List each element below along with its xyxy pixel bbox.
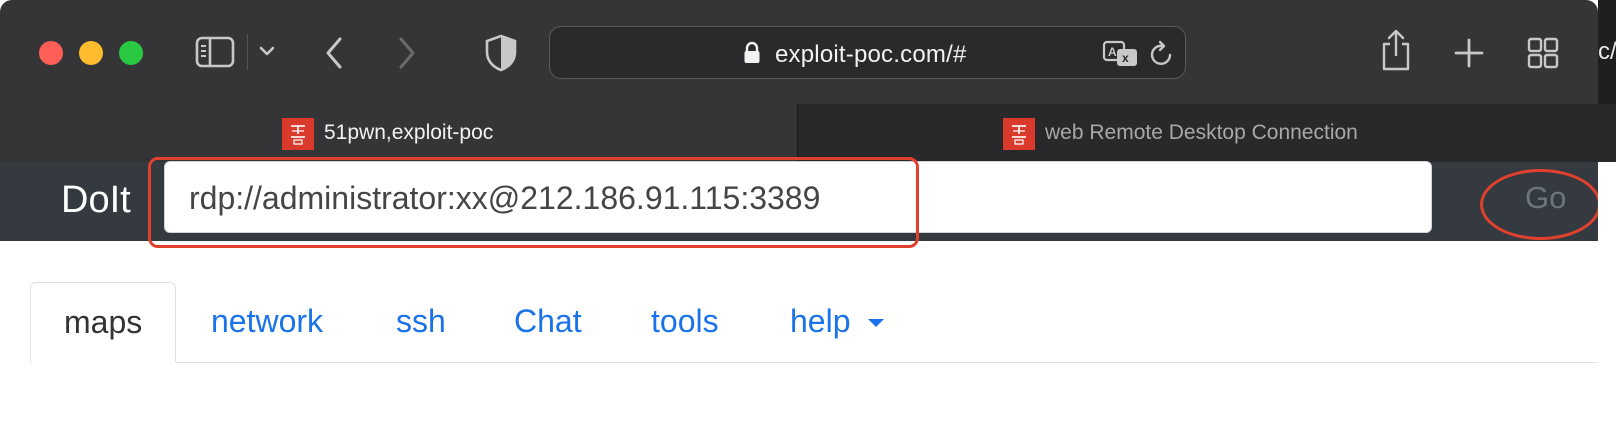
address-bar[interactable]: exploit-poc.com/# A x: [549, 26, 1186, 79]
tab-network[interactable]: network: [211, 303, 323, 340]
privacy-shield-icon[interactable]: [484, 34, 518, 72]
adjacent-window-text: c/: [1598, 38, 1616, 65]
page-content: maps network ssh Chat tools help: [0, 241, 1598, 426]
sidebar-icon[interactable]: [195, 36, 235, 68]
address-url: exploit-poc.com/#: [775, 41, 967, 68]
tab-title: 51pwn,exploit-poc: [324, 121, 494, 144]
tab-51pwn[interactable]: 51pwn,exploit-poc: [0, 104, 797, 162]
tab-ssh[interactable]: ssh: [396, 303, 446, 340]
tab-help-label: help: [790, 303, 851, 339]
caret-down-icon: [868, 319, 885, 327]
reload-icon[interactable]: [1149, 40, 1175, 68]
adjacent-window-body: [1598, 162, 1616, 241]
close-window-button[interactable]: [39, 41, 63, 65]
new-tab-icon[interactable]: [1453, 37, 1485, 69]
toolbar-divider: [247, 34, 248, 70]
tab-maps[interactable]: maps: [30, 282, 176, 363]
lock-icon: [744, 41, 760, 63]
translate-icon[interactable]: A x: [1102, 40, 1140, 68]
browser-window: exploit-poc.com/# A x 51pwn,exploit-poc …: [0, 0, 1598, 426]
adjacent-window-tabbar: [1598, 104, 1616, 162]
svg-text:x: x: [1122, 51, 1129, 65]
minimize-window-button[interactable]: [79, 41, 103, 65]
tab-help[interactable]: help: [790, 303, 885, 340]
back-icon[interactable]: [324, 36, 344, 70]
highlight-ellipse-annotation: [1480, 169, 1598, 240]
svg-text:A: A: [1108, 45, 1117, 59]
tab-bar: 51pwn,exploit-poc web Remote Desktop Con…: [0, 104, 1598, 162]
tab-tools[interactable]: tools: [651, 303, 719, 340]
browser-toolbar: exploit-poc.com/# A x: [0, 0, 1598, 104]
tab-web-remote-desktop[interactable]: web Remote Desktop Connection: [798, 104, 1598, 162]
highlight-box-annotation: [148, 157, 919, 248]
chevron-down-icon[interactable]: [259, 45, 275, 57]
brand-logo[interactable]: DoIt: [61, 179, 131, 222]
zoom-window-button[interactable]: [119, 41, 143, 65]
tab-chat[interactable]: Chat: [514, 303, 582, 340]
tab-title: web Remote Desktop Connection: [1045, 121, 1358, 144]
tab-maps-label: maps: [64, 304, 143, 340]
forward-icon[interactable]: [397, 36, 417, 70]
tab-overview-icon[interactable]: [1527, 37, 1559, 69]
site-favicon-icon: [1003, 118, 1035, 150]
adjacent-window-edge: c/: [1598, 0, 1616, 426]
share-icon[interactable]: [1380, 28, 1412, 72]
tabs-baseline: [30, 362, 1598, 363]
site-favicon-icon: [282, 118, 314, 150]
